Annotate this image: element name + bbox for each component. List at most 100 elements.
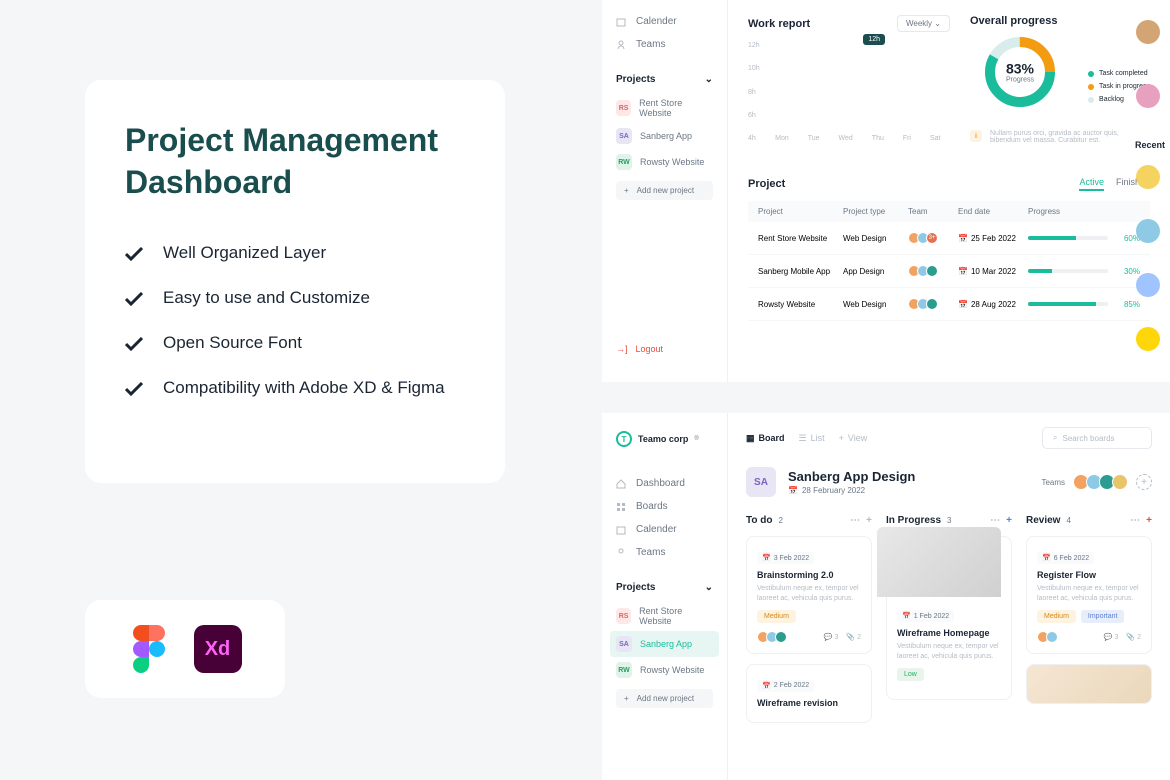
search-icon: ⌕ [1053,433,1057,443]
card-date: 📅 6 Feb 2022 [1037,552,1094,564]
column-review: Review4⋯+ 📅 6 Feb 2022 Register Flow Ves… [1026,515,1152,733]
kanban-card[interactable]: 📅 6 Feb 2022 Register Flow Vestibulum ne… [1026,536,1152,654]
table-row[interactable]: Rent Store WebsiteWeb Design 3+ 📅 25 Feb… [748,222,1150,255]
tag-low: Low [897,668,924,681]
table-row[interactable]: Rowsty WebsiteWeb Design 📅 28 Aug 2022 8… [748,288,1150,321]
brand-logo: T [616,431,632,447]
sidebar-bottom: TTeamo corp® Dashboard Boards Calender T… [602,413,728,780]
check-icon [125,382,143,396]
feature-item: Well Organized Layer [125,243,465,263]
info-icon: i [970,130,982,142]
kanban-card[interactable]: 📅 1 Feb 2022 Wireframe Homepage Vestibul… [886,536,1012,700]
feature-item: Easy to use and Customize [125,288,465,308]
add-project-button[interactable]: +Add new project [616,181,713,200]
nav-dashboard[interactable]: Dashboard [616,472,713,495]
table-row[interactable]: Sanberg Mobile AppApp Design 📅 10 Mar 20… [748,255,1150,288]
more-icon[interactable]: ⋯ [850,515,860,526]
kanban-card[interactable]: 📅 3 Feb 2022 Brainstorming 2.0 Vestibulu… [746,536,872,654]
info-bar: iNullam purus orci, gravida ac auctor qu… [970,130,1150,144]
logout-button[interactable]: →]Logout [616,344,663,354]
card-title: Wireframe revision [757,698,861,708]
avatar[interactable] [1136,84,1160,108]
plus-icon: + [624,186,629,195]
project-table-title: Project [748,178,785,190]
card-title: Wireframe Homepage [897,628,1001,638]
card-title: Brainstorming 2.0 [757,570,861,580]
tools-card: Xd [85,600,285,698]
y-axis: 12h10h8h6h4h [748,42,766,142]
sidebar-project-item[interactable]: SASanberg App [616,123,713,149]
nav-teams[interactable]: Teams [616,33,713,56]
more-icon[interactable]: ⋯ [1130,515,1140,526]
column-progress: In Progress3⋯+ 📅 1 Feb 2022 Wireframe Ho… [886,515,1012,733]
filter-dropdown[interactable]: Weekly ⌄ [897,15,950,32]
donut-chart: 83%Progress [980,32,1060,112]
card-image [1027,665,1151,704]
sidebar-project-item[interactable]: RSRent Store Website [616,93,713,123]
chevron-down-icon[interactable]: ⌄ [705,74,713,85]
tab-active[interactable]: Active [1079,177,1104,191]
overall-progress: Overall progress 83%Progress Task comple… [970,15,1150,162]
chevron-down-icon[interactable]: ⌄ [705,582,713,593]
nav-boards[interactable]: Boards [616,495,713,518]
work-report-chart: Work report Weekly ⌄ 12h10h8h6h4h 12h Mo… [748,15,950,162]
plus-icon[interactable]: + [1146,515,1152,526]
check-icon [125,247,143,261]
kanban-card[interactable]: 📅 2 Feb 2022 Wireframe revision [746,664,872,723]
more-icon[interactable]: ⋯ [990,515,1000,526]
side-avatars [1136,20,1160,108]
avatar[interactable] [1136,273,1160,297]
board-badge: SA [746,467,776,497]
card-image [877,527,1001,597]
bars: 12h Mon Tue Wed Thu Fri Sat [766,42,950,142]
figma-icon [129,625,169,673]
board-main: ▦ Board ☰ List + View ⌕Search boards SA … [728,413,1170,780]
logout-icon: →] [616,344,628,354]
card-date: 📅 3 Feb 2022 [757,552,814,564]
grid-icon [616,502,626,512]
avatar[interactable] [1136,20,1160,44]
promo-card: Project Management Dashboard Well Organi… [85,80,505,483]
project-badge: SA [616,128,632,144]
card-date: 📅 1 Feb 2022 [897,610,954,622]
avatar[interactable] [1136,165,1160,189]
calendar-icon [616,17,626,27]
sidebar-project-item[interactable]: RWRowsty Website [616,657,713,683]
card-desc: Vestibulum neque ex, tempor vel laoreet … [897,642,1001,662]
xd-icon: Xd [194,625,242,673]
brand[interactable]: TTeamo corp® [616,431,713,447]
card-title: Register Flow [1037,570,1141,580]
nav-teams[interactable]: Teams [616,541,713,564]
overall-title: Overall progress [970,15,1150,27]
view-tab-list[interactable]: ☰ List [799,433,825,444]
avatar[interactable] [1136,219,1160,243]
projects-section-title: Projects⌄ [616,74,713,85]
user-icon [616,548,626,558]
view-tab-add[interactable]: + View [839,433,868,444]
teams-section: Teams + [1041,474,1152,490]
recent-label: Recent [1135,140,1165,150]
sidebar-project-item[interactable]: RSRent Store Website [616,601,713,631]
check-icon [125,292,143,306]
calendar-icon [616,525,626,535]
column-todo: To do2⋯+ 📅 3 Feb 2022 Brainstorming 2.0 … [746,515,872,733]
card-date: 📅 2 Feb 2022 [757,680,814,692]
avatar[interactable] [1136,327,1160,351]
chart-tooltip: 12h [863,34,885,45]
promo-title: Project Management Dashboard [125,120,465,203]
add-project-button[interactable]: +Add new project [616,689,713,708]
plus-icon[interactable]: + [1006,515,1012,526]
sidebar-project-item[interactable]: RWRowsty Website [616,149,713,175]
home-icon [616,479,626,489]
search-input[interactable]: ⌕Search boards [1042,427,1152,449]
nav-calendar[interactable]: Calender [616,518,713,541]
sidebar-project-item[interactable]: SASanberg App [610,631,719,657]
nav-calendar[interactable]: Calender [616,10,713,33]
add-team-button[interactable]: + [1136,474,1152,490]
dashboard-panel-bottom: TTeamo corp® Dashboard Boards Calender T… [602,413,1170,780]
kanban-card[interactable] [1026,664,1152,704]
view-tab-board[interactable]: ▦ Board [746,433,785,444]
tag-medium: Medium [757,610,796,623]
card-desc: Vestibulum neque ex, tempor vel laoreet … [1037,584,1141,604]
plus-icon[interactable]: + [866,515,872,526]
